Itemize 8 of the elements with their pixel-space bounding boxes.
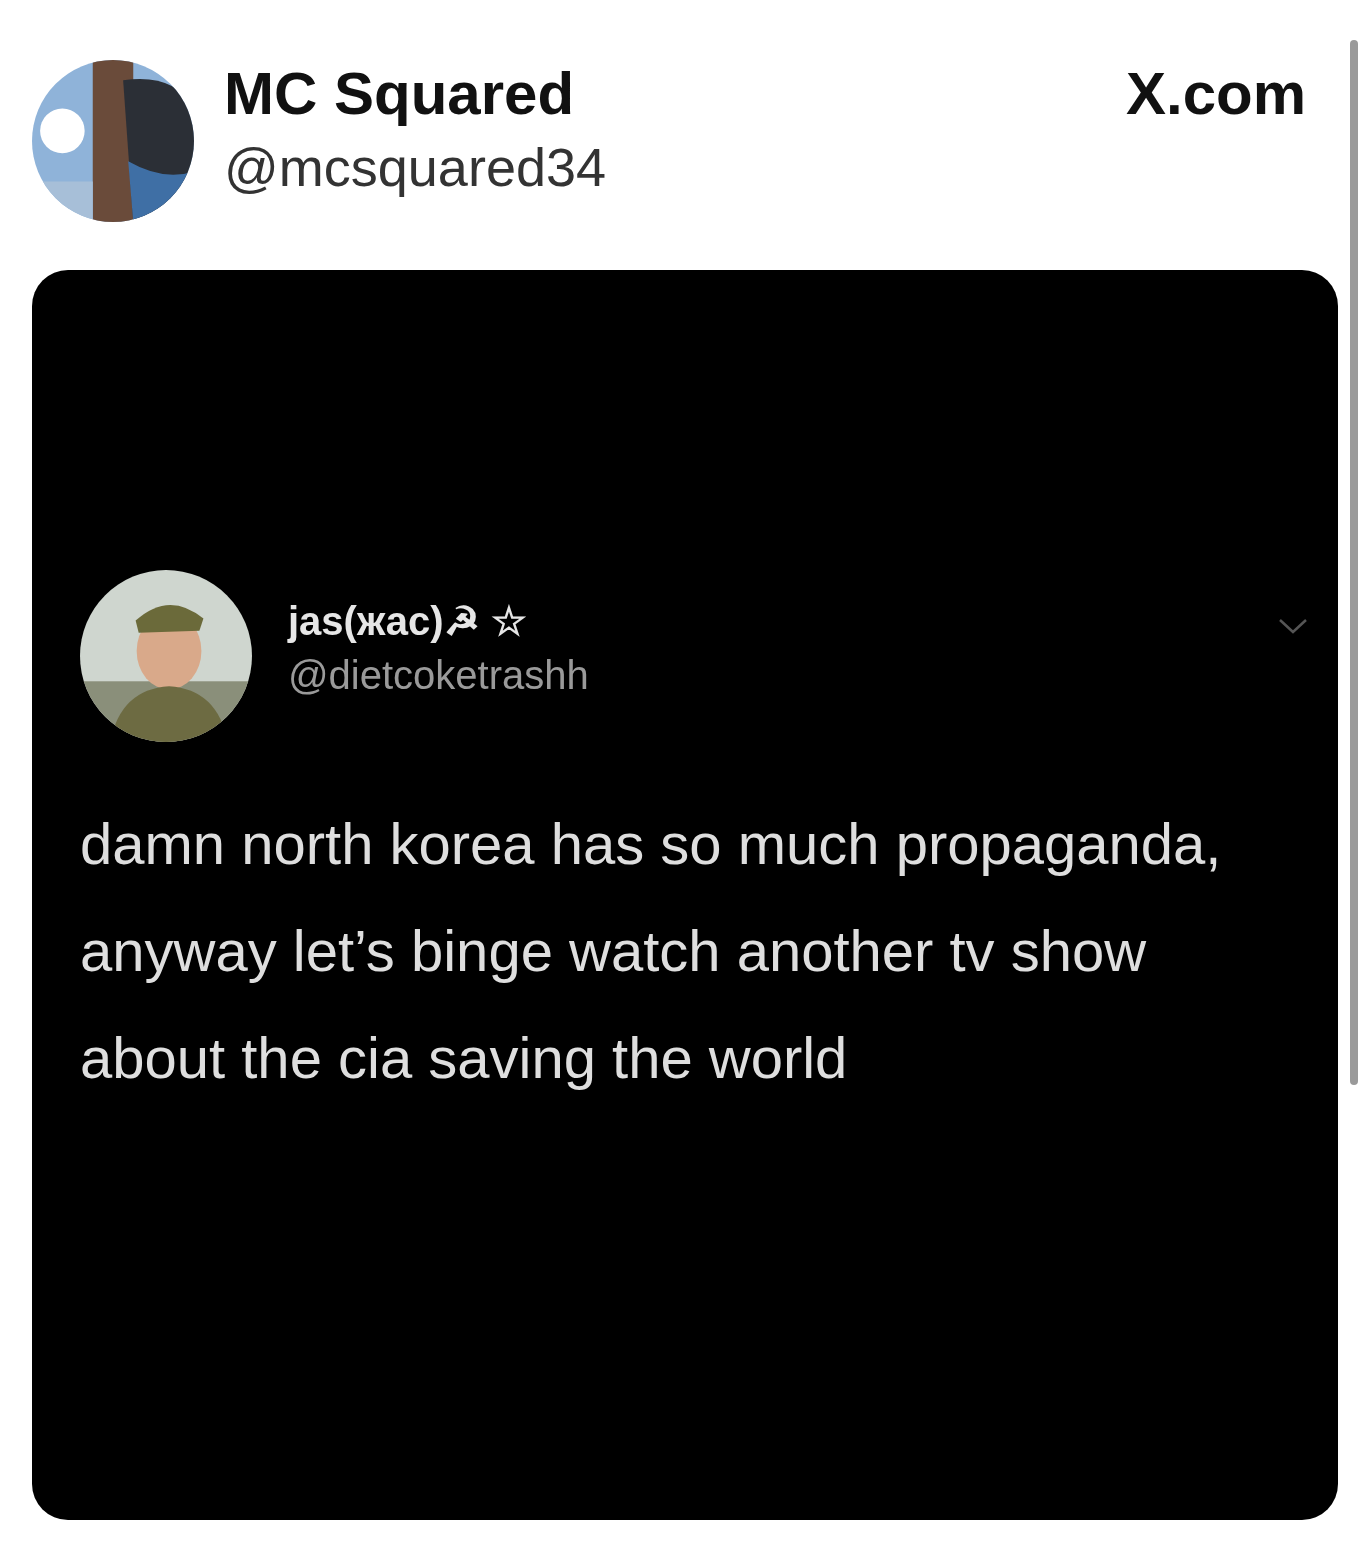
source-label: X.com <box>1125 59 1306 129</box>
chevron-icon[interactable] <box>1278 618 1308 634</box>
author-name: jas(жас)☭ ☆ <box>288 598 528 645</box>
author-name: MC Squared <box>224 59 576 129</box>
tweet-text: damn north korea has so much propaganda, anyway let’s binge watch another tv show about the cia saving the world <box>80 810 1223 1092</box>
scrollbar[interactable] <box>1350 40 1358 1085</box>
author-handle: @dietcoketrashh <box>288 652 589 699</box>
author-handle: @mcsquared34 <box>224 136 606 199</box>
